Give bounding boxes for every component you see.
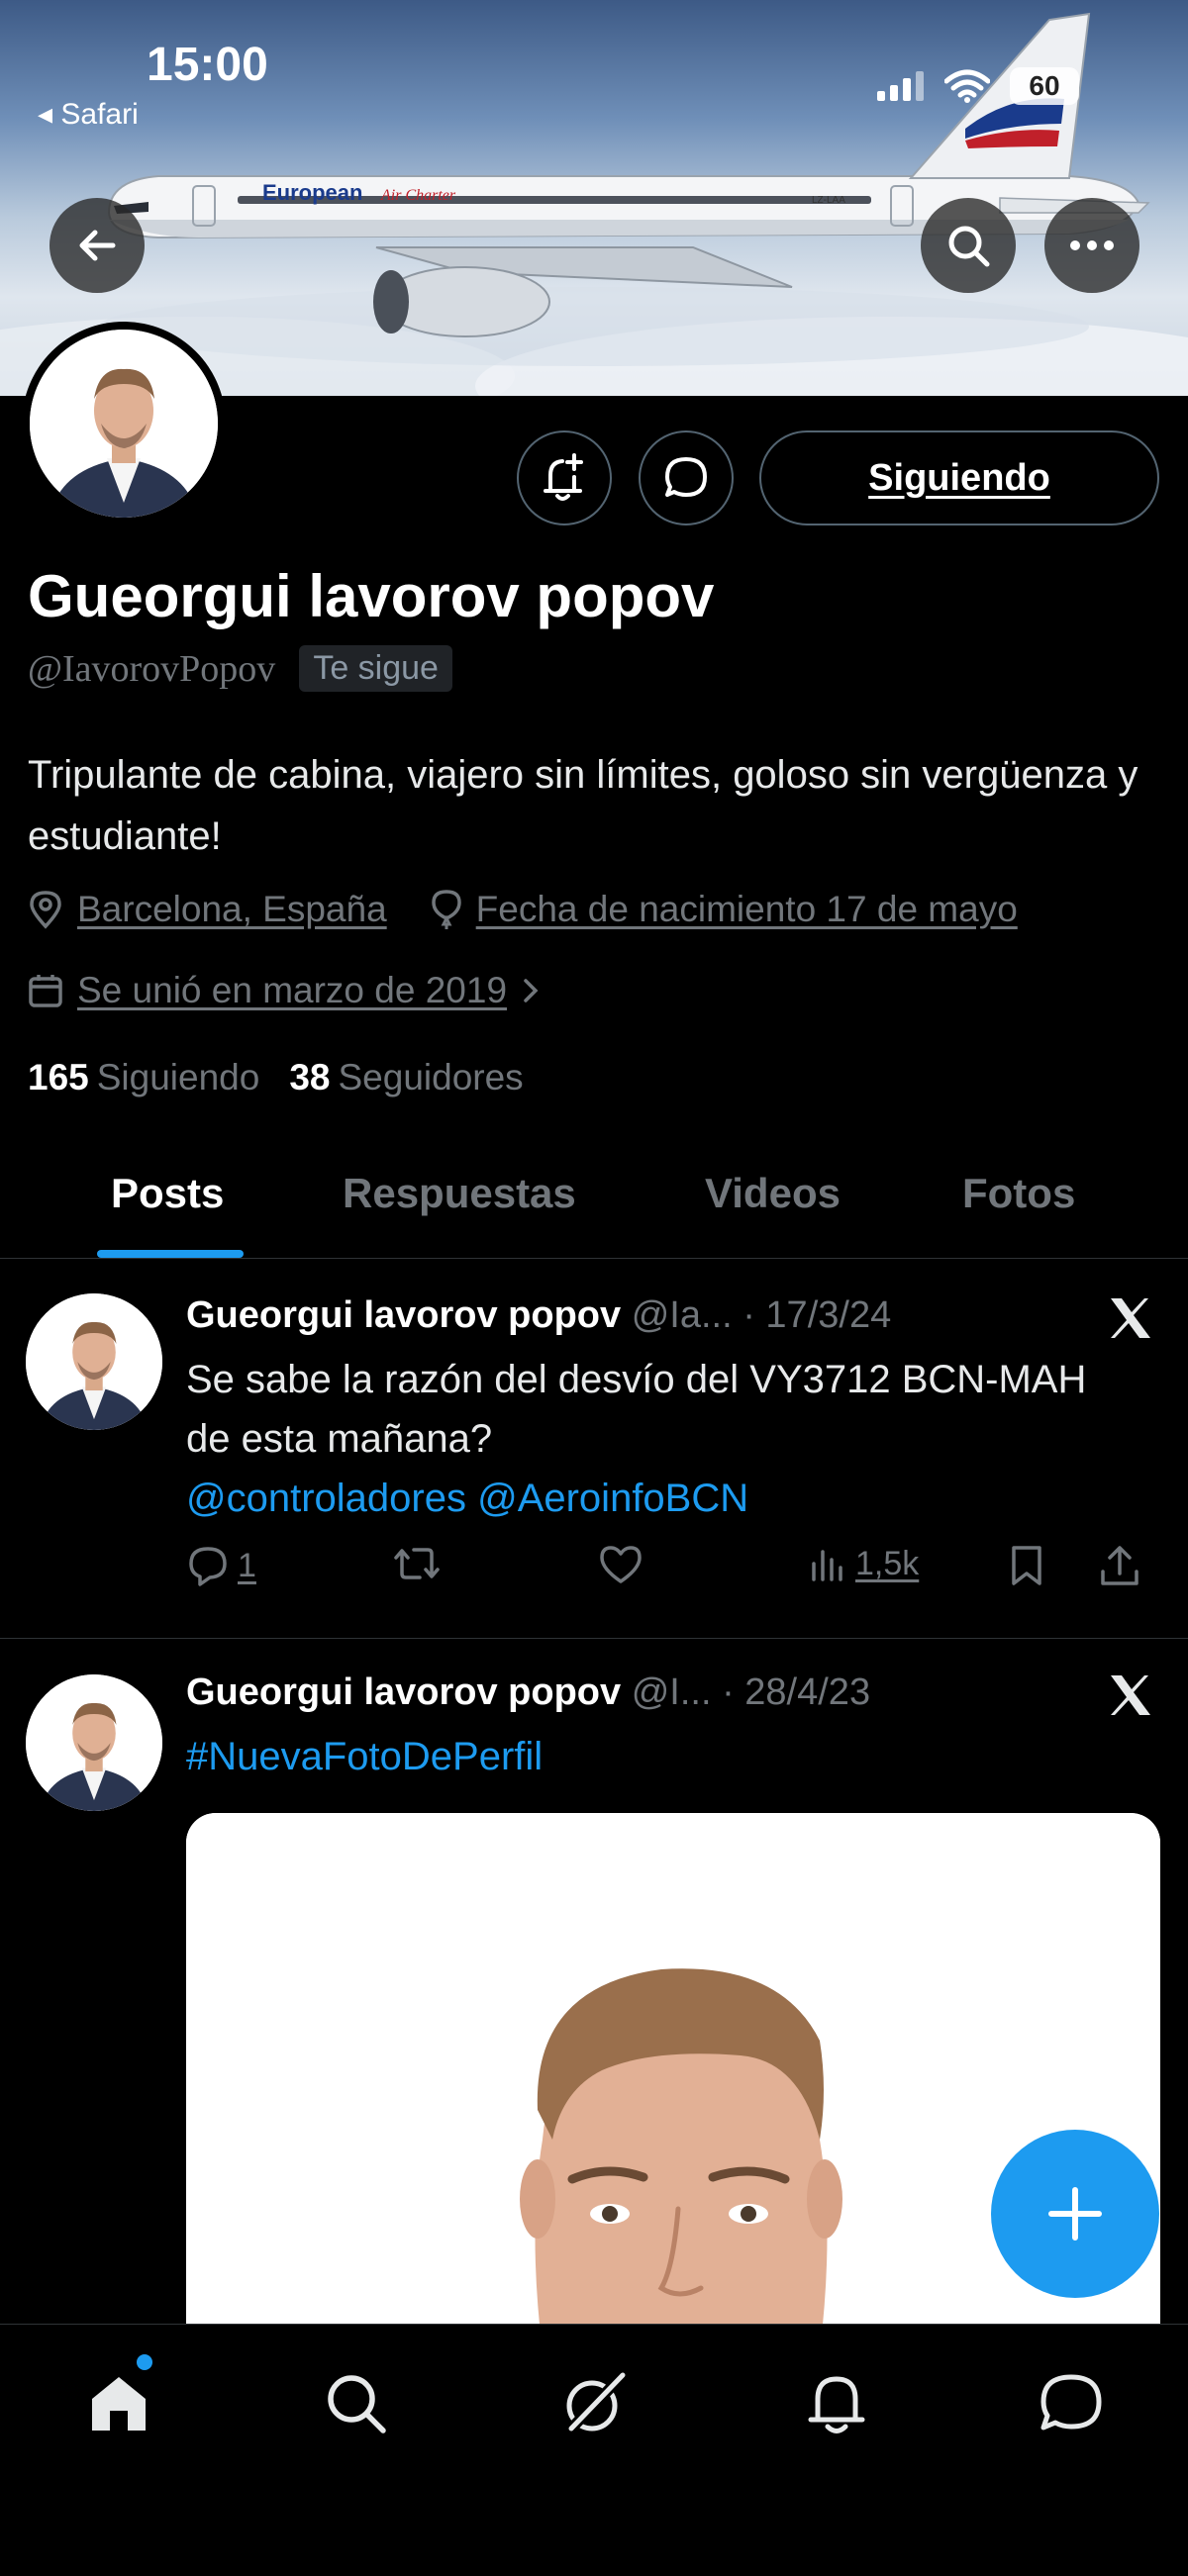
home-icon: [92, 2377, 146, 2431]
profile-avatar[interactable]: [22, 322, 226, 525]
tab-posts[interactable]: Posts: [111, 1170, 224, 1217]
tab-videos[interactable]: Videos: [705, 1170, 841, 1217]
post-actions: 1 1,5k: [186, 1544, 1146, 1603]
balloon-icon: [431, 890, 461, 929]
joined-text[interactable]: Se unió en marzo de 2019: [77, 970, 507, 1011]
retweet-button[interactable]: [392, 1544, 442, 1583]
calendar-icon: [29, 975, 62, 1007]
birthday-item[interactable]: Fecha de nacimiento 17 de mayo: [431, 889, 1018, 930]
avatar-photo: [30, 330, 218, 518]
views-icon: [812, 1550, 842, 1581]
post-author-name[interactable]: Gueorgui lavorov popov: [186, 1294, 621, 1336]
battery-indicator: 60: [1010, 67, 1079, 105]
x-logo-icon: [1111, 1298, 1150, 1338]
profile-name: Gueorgui lavorov popov: [28, 563, 715, 629]
post-item[interactable]: Gueorgui lavorov popov @Ia... · 17/3/24 …: [0, 1259, 1188, 1639]
grok-icon: [566, 2371, 627, 2433]
nav-home[interactable]: [79, 2364, 158, 2443]
followers-count: 38: [289, 1057, 331, 1097]
bell-icon: [808, 2376, 865, 2433]
profile-tabs: Posts Respuestas Videos Fotos: [0, 1148, 1188, 1259]
back-arrow-icon: [79, 230, 116, 261]
nav-messages[interactable]: [1032, 2364, 1111, 2443]
profile-meta-row-1: Barcelona, España Fecha de nacimiento 17…: [28, 889, 1018, 930]
profile-meta-row-2: Se unió en marzo de 2019: [28, 970, 541, 1011]
x-logo-icon: [1111, 1675, 1150, 1715]
post-mentions[interactable]: @controladores @AeroinfoBCN: [186, 1477, 748, 1520]
notification-add-icon: [544, 453, 583, 501]
active-tab-indicator: [97, 1250, 244, 1258]
share-icon: [1101, 1546, 1138, 1585]
wifi-icon: [944, 69, 990, 103]
nav-grok[interactable]: [554, 2364, 634, 2443]
back-button[interactable]: [50, 198, 145, 293]
post-author-avatar[interactable]: [26, 1674, 162, 1811]
location-icon: [30, 891, 61, 929]
joined-item[interactable]: Se unió en marzo de 2019: [28, 970, 541, 1011]
avatar-photo: [26, 1293, 162, 1430]
post-author-avatar[interactable]: [26, 1293, 162, 1430]
bottom-navigation: [0, 2324, 1188, 2576]
views-button[interactable]: 1,5k: [808, 1544, 919, 1583]
share-button[interactable]: [1099, 1544, 1140, 1587]
status-time: 15:00: [147, 39, 268, 91]
nav-explore[interactable]: [317, 2364, 396, 2443]
post-header: Gueorgui lavorov popov @I... · 28/4/23: [186, 1671, 870, 1714]
airline-script: Air Charter: [380, 187, 456, 204]
followers-label: Seguidores: [338, 1057, 524, 1097]
post-hashtag[interactable]: #NuevaFotoDePerfil: [186, 1735, 543, 1778]
post-handle-date: @Ia... · 17/3/24: [631, 1294, 892, 1336]
compose-post-button[interactable]: [991, 2130, 1159, 2298]
reply-icon: [189, 1547, 227, 1586]
handle-row: @IavorovPopov Te sigue: [28, 645, 452, 692]
signal-icon: [877, 71, 924, 101]
explore-icon: [328, 2375, 386, 2433]
following-count: 165: [28, 1057, 89, 1097]
follows-you-badge: Te sigue: [299, 645, 452, 692]
following-label: Siguiendo: [96, 1057, 260, 1097]
post-author-name[interactable]: Gueorgui lavorov popov: [186, 1671, 621, 1713]
views-count: 1,5k: [855, 1544, 920, 1582]
tab-replies[interactable]: Respuestas: [343, 1170, 576, 1217]
post-header: Gueorgui lavorov popov @Ia... · 17/3/24: [186, 1294, 891, 1337]
birthday-text[interactable]: Fecha de nacimiento 17 de mayo: [476, 889, 1018, 930]
home-notification-dot: [137, 2354, 152, 2370]
post-text: #NuevaFotoDePerfil: [186, 1727, 1107, 1786]
profile-bio: Tripulante de cabina, viajero sin límite…: [28, 753, 1138, 858]
chevron-right-icon: [524, 979, 539, 1002]
retweet-icon: [394, 1548, 440, 1579]
reply-count: 1: [238, 1546, 256, 1584]
bookmark-icon: [1012, 1546, 1041, 1585]
location-item[interactable]: Barcelona, España: [28, 889, 387, 930]
profile-handle: @IavorovPopov: [28, 647, 276, 690]
plus-icon: [1048, 2187, 1102, 2241]
post-handle-date: @I... · 28/4/23: [631, 1671, 871, 1713]
location-text[interactable]: Barcelona, España: [77, 889, 387, 930]
following-button[interactable]: Siguiendo: [759, 430, 1159, 525]
status-indicators: 60: [877, 67, 1079, 105]
avatar-photo: [26, 1674, 162, 1811]
following-stat[interactable]: 165 Siguiendo: [28, 1057, 259, 1098]
like-button[interactable]: [598, 1544, 644, 1585]
airline-name: European: [262, 180, 362, 205]
send-message-button[interactable]: [639, 430, 734, 525]
followers-stat[interactable]: 38 Seguidores: [289, 1057, 523, 1098]
bookmark-button[interactable]: [1008, 1544, 1045, 1587]
notifications-subscribe-button[interactable]: [517, 430, 612, 525]
nav-notifications[interactable]: [797, 2364, 876, 2443]
back-to-app-link[interactable]: ◂ Safari: [38, 97, 139, 132]
search-button[interactable]: [921, 198, 1016, 293]
more-options-button[interactable]: [1044, 198, 1139, 293]
like-icon: [600, 1546, 642, 1583]
post-body: Se sabe la razón del desvío del VY3712 B…: [186, 1358, 1087, 1461]
aircraft-registration: LZ-LAA: [812, 195, 845, 206]
search-icon: [948, 226, 990, 267]
post-text: Se sabe la razón del desvío del VY3712 B…: [186, 1350, 1107, 1528]
follow-stats: 165 Siguiendo 38 Seguidores: [28, 1057, 524, 1098]
more-icon: [1070, 240, 1114, 250]
reply-button[interactable]: 1: [186, 1544, 256, 1587]
message-icon: [665, 457, 707, 497]
tab-photos[interactable]: Fotos: [962, 1170, 1075, 1217]
messages-icon: [1040, 2374, 1102, 2431]
